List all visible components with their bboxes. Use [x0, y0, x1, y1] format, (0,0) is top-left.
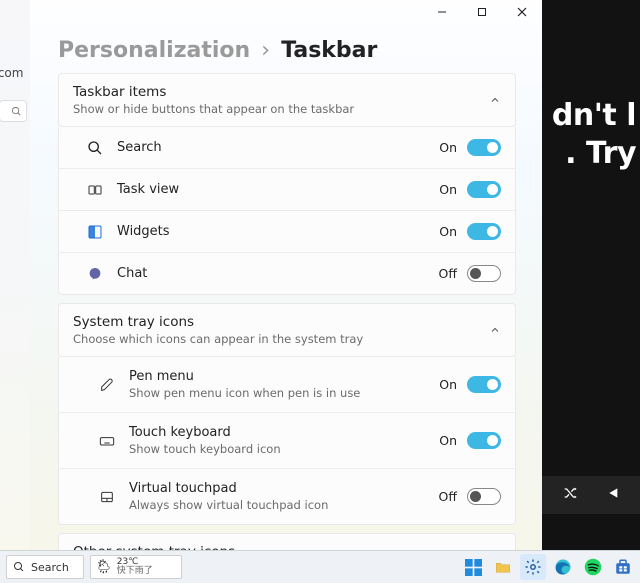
- pen-icon: [99, 377, 115, 393]
- setting-label: Task view: [117, 182, 425, 197]
- background-window-fragment: .com: [0, 66, 23, 80]
- task-view-toggle[interactable]: [467, 181, 501, 198]
- shuffle-icon[interactable]: [562, 485, 578, 505]
- setting-description: Show pen menu icon when pen is in use: [129, 386, 425, 400]
- setting-row-chat: Chat Off: [58, 253, 516, 295]
- taskbar-app-settings[interactable]: [520, 554, 546, 580]
- previous-track-icon[interactable]: [604, 485, 620, 505]
- section-system-tray-header[interactable]: System tray icons Choose which icons can…: [58, 303, 516, 357]
- minimize-button[interactable]: [424, 1, 460, 23]
- weather-desc: 快下雨了: [117, 567, 153, 576]
- section-subtitle: Choose which icons can appear in the sys…: [73, 332, 363, 346]
- virtual-touchpad-toggle[interactable]: [467, 488, 501, 505]
- widgets-icon: [87, 224, 103, 240]
- setting-row-virtual-touchpad: Virtual touchpad Always show virtual tou…: [58, 469, 516, 525]
- toggle-state-label: On: [439, 224, 457, 239]
- chevron-up-icon: [489, 324, 501, 336]
- maximize-button[interactable]: [464, 1, 500, 23]
- media-controls: [542, 476, 640, 514]
- chat-toggle[interactable]: [467, 265, 501, 282]
- setting-description: Show touch keyboard icon: [129, 442, 425, 456]
- taskbar-app-explorer[interactable]: [490, 554, 516, 580]
- breadcrumb-parent[interactable]: Personalization: [58, 38, 250, 63]
- touchpad-icon: [99, 489, 115, 505]
- keyboard-icon: [99, 433, 115, 449]
- toggle-state-label: On: [439, 377, 457, 392]
- setting-row-touch-keyboard: Touch keyboard Show touch keyboard icon …: [58, 413, 516, 469]
- setting-description: Always show virtual touchpad icon: [129, 498, 425, 512]
- toggle-state-label: On: [439, 433, 457, 448]
- taskbar-search-box[interactable]: Search: [6, 555, 84, 579]
- setting-row-search: Search On: [58, 127, 516, 169]
- taskbar-app-store[interactable]: [610, 554, 636, 580]
- toggle-state-label: On: [439, 140, 457, 155]
- window-caption-buttons: [30, 0, 542, 24]
- search-toggle[interactable]: [467, 139, 501, 156]
- settings-window: Personalization › Taskbar Taskbar items …: [30, 0, 542, 550]
- section-taskbar-items-header[interactable]: Taskbar items Show or hide buttons that …: [58, 73, 516, 127]
- setting-label: Pen menu: [129, 369, 425, 384]
- toggle-state-label: On: [439, 182, 457, 197]
- chevron-up-icon: [489, 94, 501, 106]
- taskbar-search-label: Search: [31, 561, 69, 574]
- setting-label: Touch keyboard: [129, 425, 425, 440]
- section-title: System tray icons: [73, 314, 363, 330]
- windows-taskbar: Search 🌦 23℃ 快下雨了: [0, 550, 640, 583]
- search-icon: [87, 140, 103, 156]
- close-button[interactable]: [504, 1, 540, 23]
- settings-content: Taskbar items Show or hide buttons that …: [30, 73, 542, 571]
- touch-keyboard-toggle[interactable]: [467, 432, 501, 449]
- setting-row-pen-menu: Pen menu Show pen menu icon when pen is …: [58, 357, 516, 413]
- taskbar-app-edge[interactable]: [550, 554, 576, 580]
- page-title: Taskbar: [281, 38, 377, 63]
- section-title: Taskbar items: [73, 84, 354, 100]
- setting-row-task-view: Task view On: [58, 169, 516, 211]
- setting-label: Chat: [117, 266, 425, 281]
- section-subtitle: Show or hide buttons that appear on the …: [73, 102, 354, 116]
- toggle-state-label: Off: [439, 266, 457, 281]
- taskbar-weather-widget[interactable]: 🌦 23℃ 快下雨了: [90, 555, 182, 579]
- background-text-fragment: . Try: [565, 136, 636, 171]
- chat-icon: [87, 266, 103, 282]
- setting-row-widgets: Widgets On: [58, 211, 516, 253]
- background-search-box[interactable]: [0, 100, 27, 122]
- setting-label: Search: [117, 140, 425, 155]
- setting-label: Widgets: [117, 224, 425, 239]
- task-view-icon: [87, 182, 103, 198]
- breadcrumb: Personalization › Taskbar: [30, 24, 542, 73]
- breadcrumb-separator: ›: [255, 38, 276, 63]
- widgets-toggle[interactable]: [467, 223, 501, 240]
- pen-menu-toggle[interactable]: [467, 376, 501, 393]
- taskbar-app-spotify[interactable]: [580, 554, 606, 580]
- start-button[interactable]: [460, 554, 486, 580]
- background-app-dark: dn't l . Try: [542, 0, 640, 550]
- toggle-state-label: Off: [439, 489, 457, 504]
- weather-icon: 🌦: [95, 560, 113, 575]
- background-window-left: .com: [0, 0, 30, 550]
- background-text-fragment: dn't l: [552, 98, 636, 133]
- setting-label: Virtual touchpad: [129, 481, 425, 496]
